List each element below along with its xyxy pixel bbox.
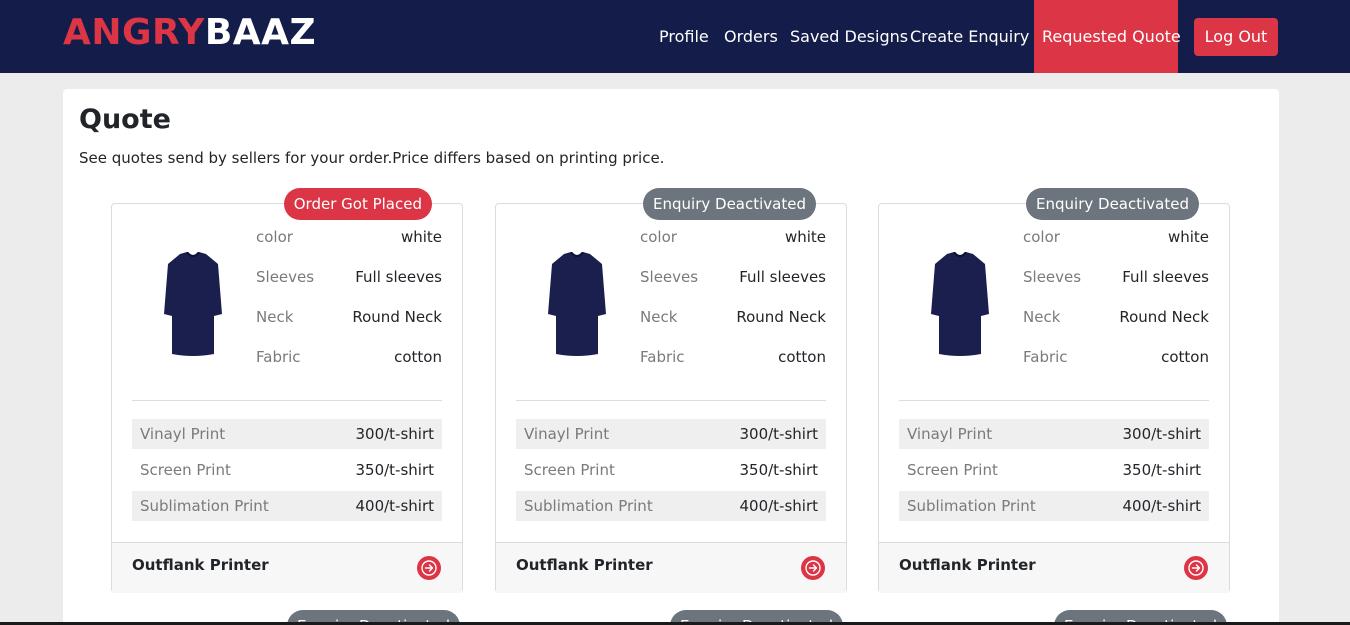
spec-value: Full sleeves (1122, 268, 1209, 286)
price-label: Sublimation Print (140, 497, 269, 515)
page-title: Quote (79, 104, 171, 135)
spec-row: Neck Round Neck (640, 307, 826, 327)
price-value: 350/t-shirt (355, 461, 434, 479)
spec-value: cotton (394, 348, 442, 366)
price-value: 350/t-shirt (1122, 461, 1201, 479)
spec-row: Neck Round Neck (1023, 307, 1209, 327)
spec-row: Sleeves Full sleeves (640, 267, 826, 287)
nav-create-enquiry[interactable]: Create Enquiry (910, 0, 1029, 73)
spec-value: white (400, 228, 442, 246)
price-row: Vinayl Print 300/t-shirt (899, 419, 1209, 449)
spec-value: Full sleeves (739, 268, 826, 286)
price-row: Sublimation Print 400/t-shirt (899, 491, 1209, 521)
price-value: 400/t-shirt (739, 497, 818, 515)
status-badge: Enquiry Deactivated (643, 188, 816, 220)
price-label: Vinayl Print (907, 425, 993, 443)
spec-label: Neck (1023, 308, 1061, 326)
spec-label: Fabric (1023, 348, 1068, 366)
spec-row: color white (640, 227, 826, 247)
price-label: Vinayl Print (140, 425, 226, 443)
nav-orders[interactable]: Orders (724, 0, 778, 73)
spec-row: Fabric cotton (640, 347, 826, 367)
spec-row: Fabric cotton (256, 347, 442, 367)
spec-value: cotton (778, 348, 826, 366)
price-label: Screen Print (907, 461, 998, 479)
price-row: Screen Print 350/t-shirt (516, 455, 826, 485)
brand-part-1: ANGRY (63, 12, 205, 53)
spec-row: Neck Round Neck (256, 307, 442, 327)
spec-label: color (256, 228, 293, 246)
brand-part-2: BAAZ (204, 12, 317, 53)
spec-label: Neck (640, 308, 678, 326)
price-row: Sublimation Print 400/t-shirt (516, 491, 826, 521)
price-row: Screen Print 350/t-shirt (132, 455, 442, 485)
price-label: Sublimation Print (907, 497, 1036, 515)
status-badge: Enquiry Deactivated (1026, 188, 1199, 220)
tshirt-image (548, 252, 606, 356)
price-value: 400/t-shirt (355, 497, 434, 515)
spec-label: Sleeves (256, 268, 315, 286)
price-label: Screen Print (140, 461, 231, 479)
tshirt-image (164, 252, 222, 356)
price-label: Sublimation Print (524, 497, 653, 515)
quote-card: Enquiry Deactivated color white Sleeves Fu… (495, 188, 847, 593)
quote-card: Enquiry Deactivated color white Sleeves Fu… (878, 188, 1230, 593)
status-badge: Order Got Placed (283, 188, 432, 220)
price-value: 300/t-shirt (739, 425, 818, 443)
brand-logo[interactable]: ANGRYBAAZ (63, 11, 316, 55)
spec-value: white (1167, 228, 1209, 246)
price-row: Sublimation Print 400/t-shirt (132, 491, 442, 521)
divider (899, 400, 1209, 401)
quote-card: Order Got Placed color white Sleeves Full … (111, 188, 463, 593)
nav-requested-quote[interactable]: Requested Quote (1034, 0, 1181, 73)
divider (132, 400, 442, 401)
card-footer: Outflank Printer (112, 542, 462, 593)
spec-label: color (640, 228, 677, 246)
tshirt-image (931, 252, 989, 356)
spec-row: color white (256, 227, 442, 247)
spec-value: cotton (1161, 348, 1209, 366)
logout-button[interactable]: Log Out (1194, 18, 1278, 56)
price-value: 350/t-shirt (739, 461, 818, 479)
arrow-right-icon[interactable] (801, 556, 825, 580)
seller-name: Outflank Printer (132, 556, 269, 574)
price-label: Vinayl Print (524, 425, 610, 443)
spec-value: white (784, 228, 826, 246)
spec-label: Sleeves (1023, 268, 1082, 286)
spec-label: Sleeves (640, 268, 699, 286)
page-subtitle: See quotes send by sellers for your orde… (79, 149, 665, 167)
spec-label: Neck (256, 308, 294, 326)
spec-row: Sleeves Full sleeves (1023, 267, 1209, 287)
price-value: 300/t-shirt (355, 425, 434, 443)
arrow-right-icon[interactable] (417, 556, 441, 580)
seller-name: Outflank Printer (516, 556, 653, 574)
price-row: Vinayl Print 300/t-shirt (516, 419, 826, 449)
nav-saved-designs[interactable]: Saved Designs (790, 0, 908, 73)
navbar: ANGRYBAAZ Profile Orders Saved Designs C… (0, 0, 1350, 73)
card-footer: Outflank Printer (496, 542, 846, 593)
seller-name: Outflank Printer (899, 556, 1036, 574)
card-footer: Outflank Printer (879, 542, 1229, 593)
price-row: Vinayl Print 300/t-shirt (132, 419, 442, 449)
price-value: 400/t-shirt (1122, 497, 1201, 515)
spec-value: Full sleeves (355, 268, 442, 286)
spec-value: Round Neck (1119, 308, 1209, 326)
spec-row: color white (1023, 227, 1209, 247)
spec-row: Fabric cotton (1023, 347, 1209, 367)
arrow-right-icon[interactable] (1184, 556, 1208, 580)
spec-label: Fabric (256, 348, 301, 366)
divider (516, 400, 826, 401)
price-label: Screen Print (524, 461, 615, 479)
spec-row: Sleeves Full sleeves (256, 267, 442, 287)
spec-label: Fabric (640, 348, 685, 366)
spec-label: color (1023, 228, 1060, 246)
spec-value: Round Neck (736, 308, 826, 326)
nav-profile[interactable]: Profile (659, 0, 709, 73)
price-row: Screen Print 350/t-shirt (899, 455, 1209, 485)
price-value: 300/t-shirt (1122, 425, 1201, 443)
spec-value: Round Neck (352, 308, 442, 326)
